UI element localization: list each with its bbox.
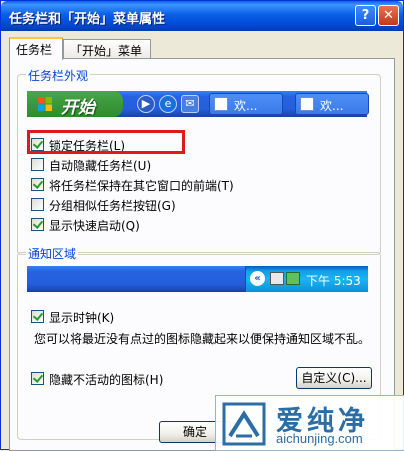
group-label-appearance: 任务栏外观 (26, 67, 91, 84)
keep-on-top-label: 将任务栏保持在其它窗口的前端(T) (49, 179, 234, 193)
media-player-icon: ▶ (137, 95, 155, 113)
hide-inactive-checkbox[interactable] (31, 372, 44, 385)
window-icon (300, 97, 314, 111)
title-bar[interactable]: 任务栏和「开始」菜单属性 ? ✕ (1, 1, 403, 31)
start-button-preview: 开始 (27, 91, 123, 118)
customize-button[interactable]: 自定义(C)... (296, 367, 372, 389)
tab-taskbar[interactable]: 任务栏 (9, 37, 63, 60)
chevron-left-icon: « (250, 271, 265, 286)
start-label: 开始 (61, 98, 95, 118)
properties-dialog: 任务栏和「开始」菜单属性 ? ✕ 任务栏 「开始」菜单 任务栏外观 开始 ▶ e… (0, 0, 404, 451)
task-button: 欢... (295, 93, 369, 115)
group-label-notification: 通知区域 (26, 245, 79, 262)
close-icon: ✕ (383, 8, 394, 23)
system-tray: « 下午 5:53 (245, 266, 368, 292)
task-button: 欢... (209, 93, 283, 115)
keep-on-top-checkbox[interactable] (31, 178, 44, 191)
show-clock-checkbox[interactable] (31, 310, 44, 323)
window-title: 任务栏和「开始」菜单属性 (9, 12, 166, 27)
task-button-label: 欢... (234, 99, 258, 113)
network-icon (270, 272, 284, 285)
brand-logo-icon (222, 402, 266, 446)
help-icon: ? (361, 8, 370, 23)
taskbar-preview: 开始 ▶ e ✉ 欢... 欢... (27, 91, 369, 118)
notification-area-preview: « 下午 5:53 (27, 266, 368, 292)
watermark-url: aichunjing.com (276, 431, 363, 446)
quick-launch-label: 显示快速启动(Q) (49, 219, 140, 233)
close-button[interactable]: ✕ (378, 5, 399, 26)
group-buttons-label: 分组相似任务栏按钮(G) (49, 199, 176, 213)
auto-hide-checkbox[interactable] (31, 158, 44, 171)
windows-flag-icon (38, 97, 52, 111)
group-buttons-checkbox[interactable] (31, 198, 44, 211)
hide-inactive-label: 隐藏不活动的图标(H) (49, 373, 164, 387)
security-icon (286, 272, 300, 285)
notification-description: 您可以将最近没有点过的图标隐藏起来以便保持通知区域不乱。 (34, 332, 371, 346)
window-icon (214, 97, 228, 111)
quick-launch-checkbox[interactable] (31, 218, 44, 231)
red-highlight-box (27, 130, 185, 154)
site-watermark: 爱纯净 aichunjing.com (215, 395, 404, 451)
internet-explorer-icon: e (159, 95, 177, 113)
show-clock-label: 显示时钟(K) (49, 311, 115, 325)
tab-panel: 任务栏外观 开始 ▶ e ✉ 欢... 欢... 锁定任务栏(L) 自动隐藏任务… (9, 58, 395, 451)
outlook-icon: ✉ (181, 95, 199, 113)
help-button[interactable]: ? (355, 5, 376, 26)
task-button-label: 欢... (320, 99, 344, 113)
clock: 下午 5:53 (306, 274, 361, 288)
tab-start-menu[interactable]: 「开始」菜单 (63, 39, 151, 59)
auto-hide-label: 自动隐藏任务栏(U) (49, 159, 152, 173)
